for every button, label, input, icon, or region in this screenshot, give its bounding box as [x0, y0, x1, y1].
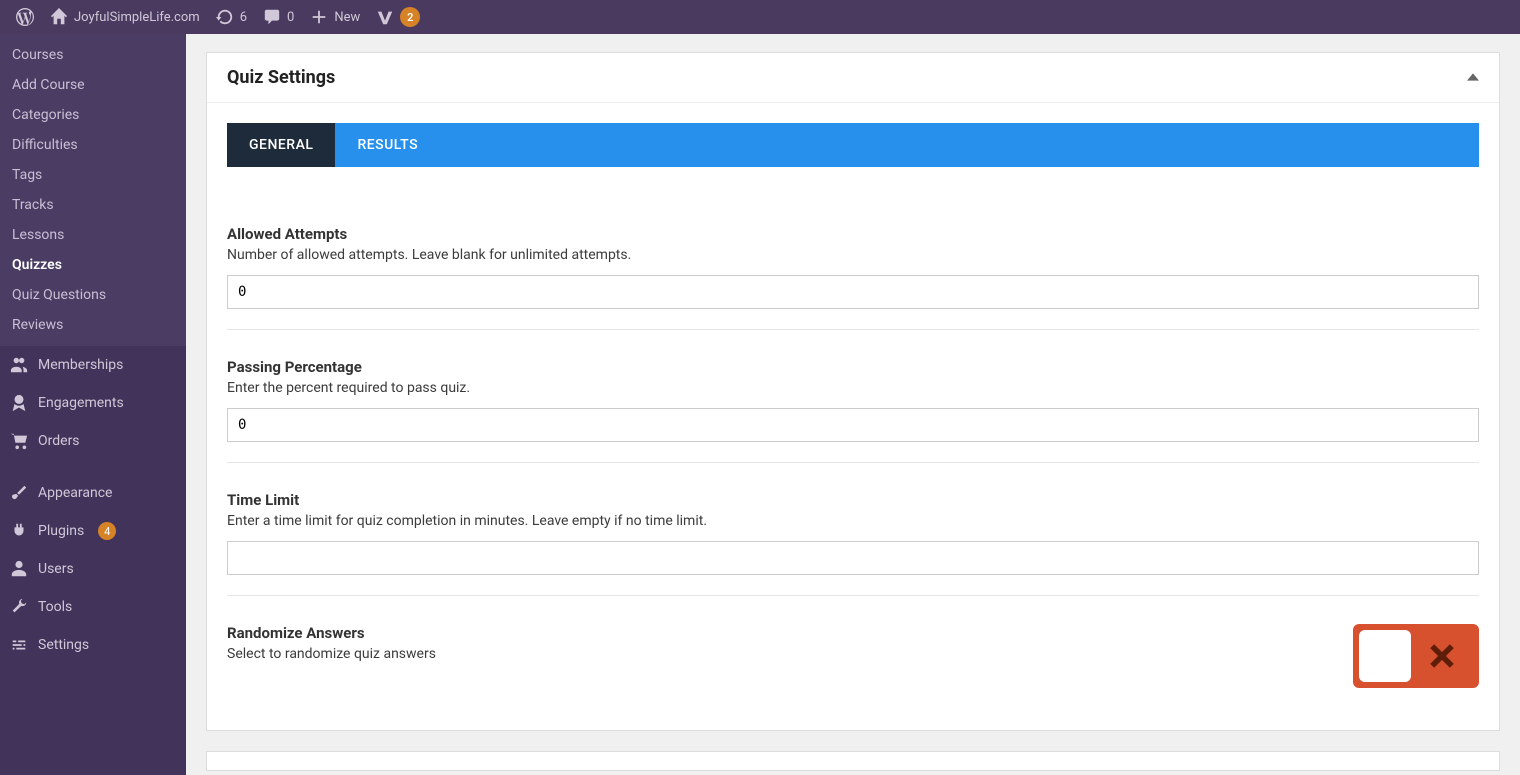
sidebar-label-appearance: Appearance: [38, 485, 112, 501]
sidebar-item-categories[interactable]: Categories: [0, 100, 186, 130]
time-limit-input[interactable]: [227, 541, 1479, 575]
plus-icon: [310, 8, 328, 26]
tab-results[interactable]: RESULTS: [335, 123, 440, 167]
admin-bar: JoyfulSimpleLife.com 6 0 New 2: [0, 0, 1520, 34]
brush-icon: [10, 484, 28, 502]
field-desc: Enter a time limit for quiz completion i…: [227, 513, 1479, 529]
cart-icon: [10, 432, 28, 450]
updates-count: 6: [240, 10, 247, 25]
quiz-settings-panel: Quiz Settings GENERAL RESULTS Allowed At…: [206, 52, 1500, 731]
sidebar-submenu: Courses Add Course Categories Difficulti…: [0, 34, 186, 346]
sidebar-item-reviews[interactable]: Reviews: [0, 310, 186, 340]
chevron-up-icon: [1467, 71, 1479, 83]
sidebar-label-users: Users: [38, 561, 74, 577]
passing-percentage-input[interactable]: [227, 408, 1479, 442]
plugins-update-badge: 4: [98, 522, 116, 540]
new-content-link[interactable]: New: [302, 8, 368, 26]
wp-logo[interactable]: [8, 8, 42, 26]
sidebar-label-memberships: Memberships: [38, 357, 123, 373]
field-label: Passing Percentage: [227, 358, 1479, 376]
panel-title: Quiz Settings: [227, 67, 335, 88]
sidebar-item-tracks[interactable]: Tracks: [0, 190, 186, 220]
comment-icon: [263, 8, 281, 26]
award-icon: [10, 394, 28, 412]
sidebar-item-orders[interactable]: Orders: [0, 422, 186, 460]
allowed-attempts-input[interactable]: [227, 275, 1479, 309]
sidebar-label-settings: Settings: [38, 637, 89, 653]
sidebar-item-quizzes[interactable]: Quizzes: [0, 250, 186, 280]
content-area: Quiz Settings GENERAL RESULTS Allowed At…: [186, 34, 1520, 775]
fields-container: Allowed Attempts Number of allowed attem…: [207, 187, 1499, 730]
site-name-label: JoyfulSimpleLife.com: [74, 10, 200, 25]
sidebar-label-plugins: Plugins: [38, 523, 84, 539]
sidebar-item-engagements[interactable]: Engagements: [0, 384, 186, 422]
panel-collapse-toggle[interactable]: [1467, 68, 1479, 87]
sliders-icon: [10, 636, 28, 654]
sidebar-label-orders: Orders: [38, 433, 80, 449]
tabs-bar: GENERAL RESULTS: [227, 123, 1479, 167]
wordpress-icon: [16, 8, 34, 26]
user-icon: [10, 560, 28, 578]
field-label: Allowed Attempts: [227, 225, 1479, 243]
sidebar-item-plugins[interactable]: Plugins 4: [0, 512, 186, 550]
site-name-link[interactable]: JoyfulSimpleLife.com: [42, 8, 208, 26]
yoast-icon: [376, 8, 394, 26]
users-group-icon: [10, 356, 28, 374]
toggle-off-indicator: [1411, 642, 1473, 670]
field-desc: Number of allowed attempts. Leave blank …: [227, 247, 1479, 263]
sidebar-label-tools: Tools: [38, 599, 72, 615]
plug-icon: [10, 522, 28, 540]
sidebar-item-users[interactable]: Users: [0, 550, 186, 588]
field-allowed-attempts: Allowed Attempts Number of allowed attem…: [227, 197, 1479, 330]
sidebar-item-courses[interactable]: Courses: [0, 40, 186, 70]
home-icon: [50, 8, 68, 26]
field-label: Time Limit: [227, 491, 1479, 509]
yoast-badge: 2: [400, 7, 420, 27]
next-panel-peek: [206, 751, 1500, 771]
comments-link[interactable]: 0: [255, 8, 302, 26]
field-desc: Enter the percent required to pass quiz.: [227, 380, 1479, 396]
admin-sidebar: Courses Add Course Categories Difficulti…: [0, 34, 186, 775]
yoast-link[interactable]: 2: [368, 7, 428, 27]
sidebar-item-memberships[interactable]: Memberships: [0, 346, 186, 384]
sidebar-label-engagements: Engagements: [38, 395, 124, 411]
field-randomize-answers: Randomize Answers Select to randomize qu…: [227, 596, 1479, 690]
sidebar-item-appearance[interactable]: Appearance: [0, 474, 186, 512]
sidebar-item-difficulties[interactable]: Difficulties: [0, 130, 186, 160]
sidebar-item-settings[interactable]: Settings: [0, 626, 186, 664]
sidebar-item-tools[interactable]: Tools: [0, 588, 186, 626]
panel-header: Quiz Settings: [207, 53, 1499, 103]
wrench-icon: [10, 598, 28, 616]
sidebar-item-quiz-questions[interactable]: Quiz Questions: [0, 280, 186, 310]
toggle-knob: [1359, 630, 1411, 682]
field-label: Randomize Answers: [227, 624, 1479, 642]
field-passing-percentage: Passing Percentage Enter the percent req…: [227, 330, 1479, 463]
sidebar-item-lessons[interactable]: Lessons: [0, 220, 186, 250]
x-icon: [1428, 642, 1456, 670]
sidebar-item-add-course[interactable]: Add Course: [0, 70, 186, 100]
field-time-limit: Time Limit Enter a time limit for quiz c…: [227, 463, 1479, 596]
field-desc: Select to randomize quiz answers: [227, 646, 1479, 662]
randomize-toggle[interactable]: [1353, 624, 1479, 688]
sidebar-item-tags[interactable]: Tags: [0, 160, 186, 190]
comments-count: 0: [287, 10, 294, 25]
new-label: New: [334, 10, 360, 25]
tab-general[interactable]: GENERAL: [227, 123, 335, 167]
updates-link[interactable]: 6: [208, 8, 255, 26]
refresh-icon: [216, 8, 234, 26]
